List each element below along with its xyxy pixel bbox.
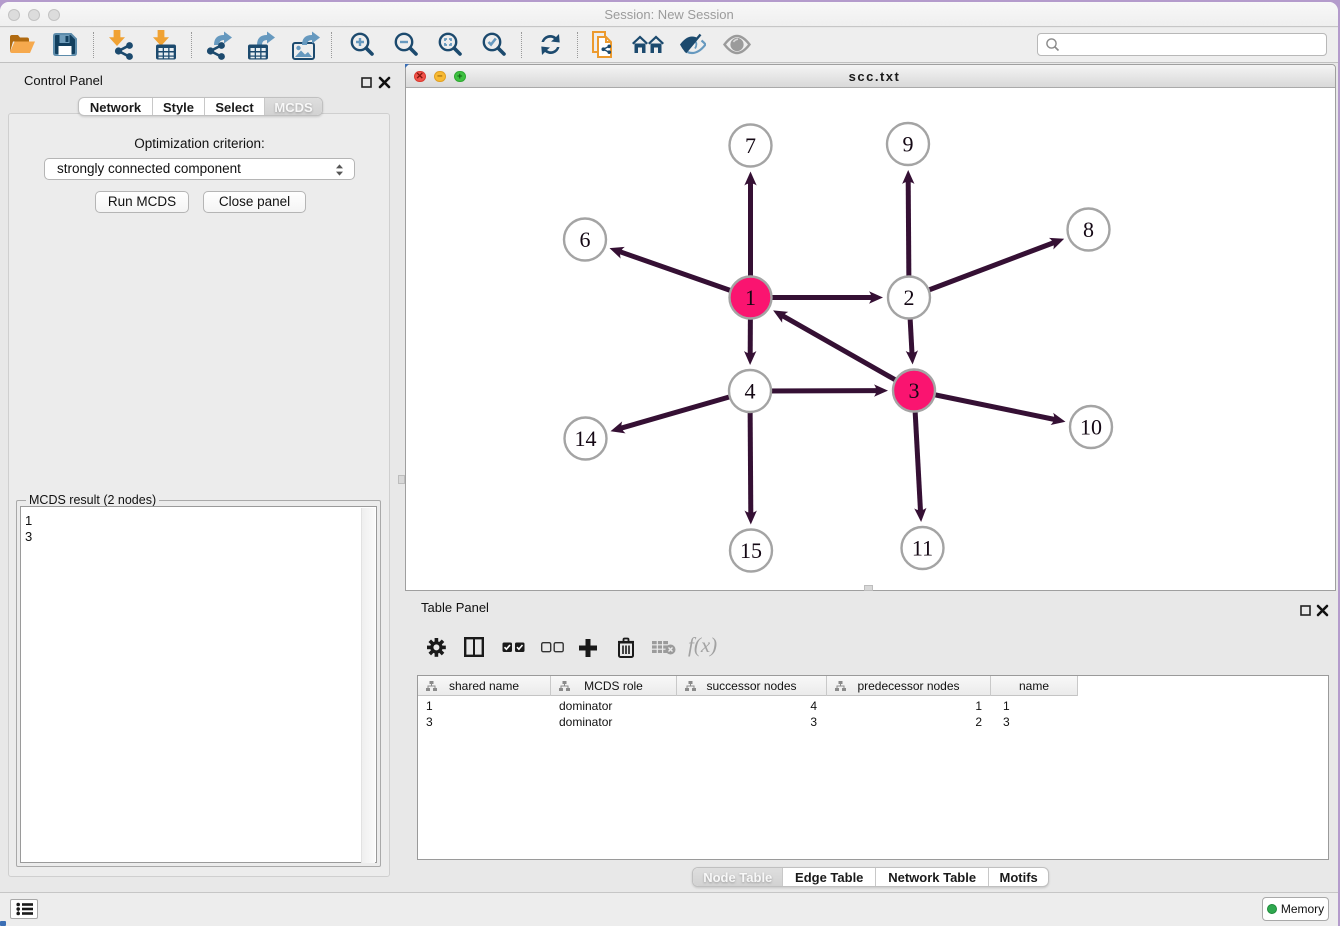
svg-text:15: 15 xyxy=(740,538,762,563)
svg-text:4: 4 xyxy=(745,379,756,404)
svg-text:2: 2 xyxy=(904,285,915,310)
svg-text:1: 1 xyxy=(745,285,756,310)
svg-text:10: 10 xyxy=(1080,415,1102,440)
svg-text:11: 11 xyxy=(912,536,933,561)
svg-text:14: 14 xyxy=(575,426,597,451)
svg-text:3: 3 xyxy=(909,378,920,403)
svg-text:6: 6 xyxy=(580,227,591,252)
svg-text:7: 7 xyxy=(745,133,756,158)
svg-text:8: 8 xyxy=(1083,217,1094,242)
svg-text:9: 9 xyxy=(903,132,914,157)
